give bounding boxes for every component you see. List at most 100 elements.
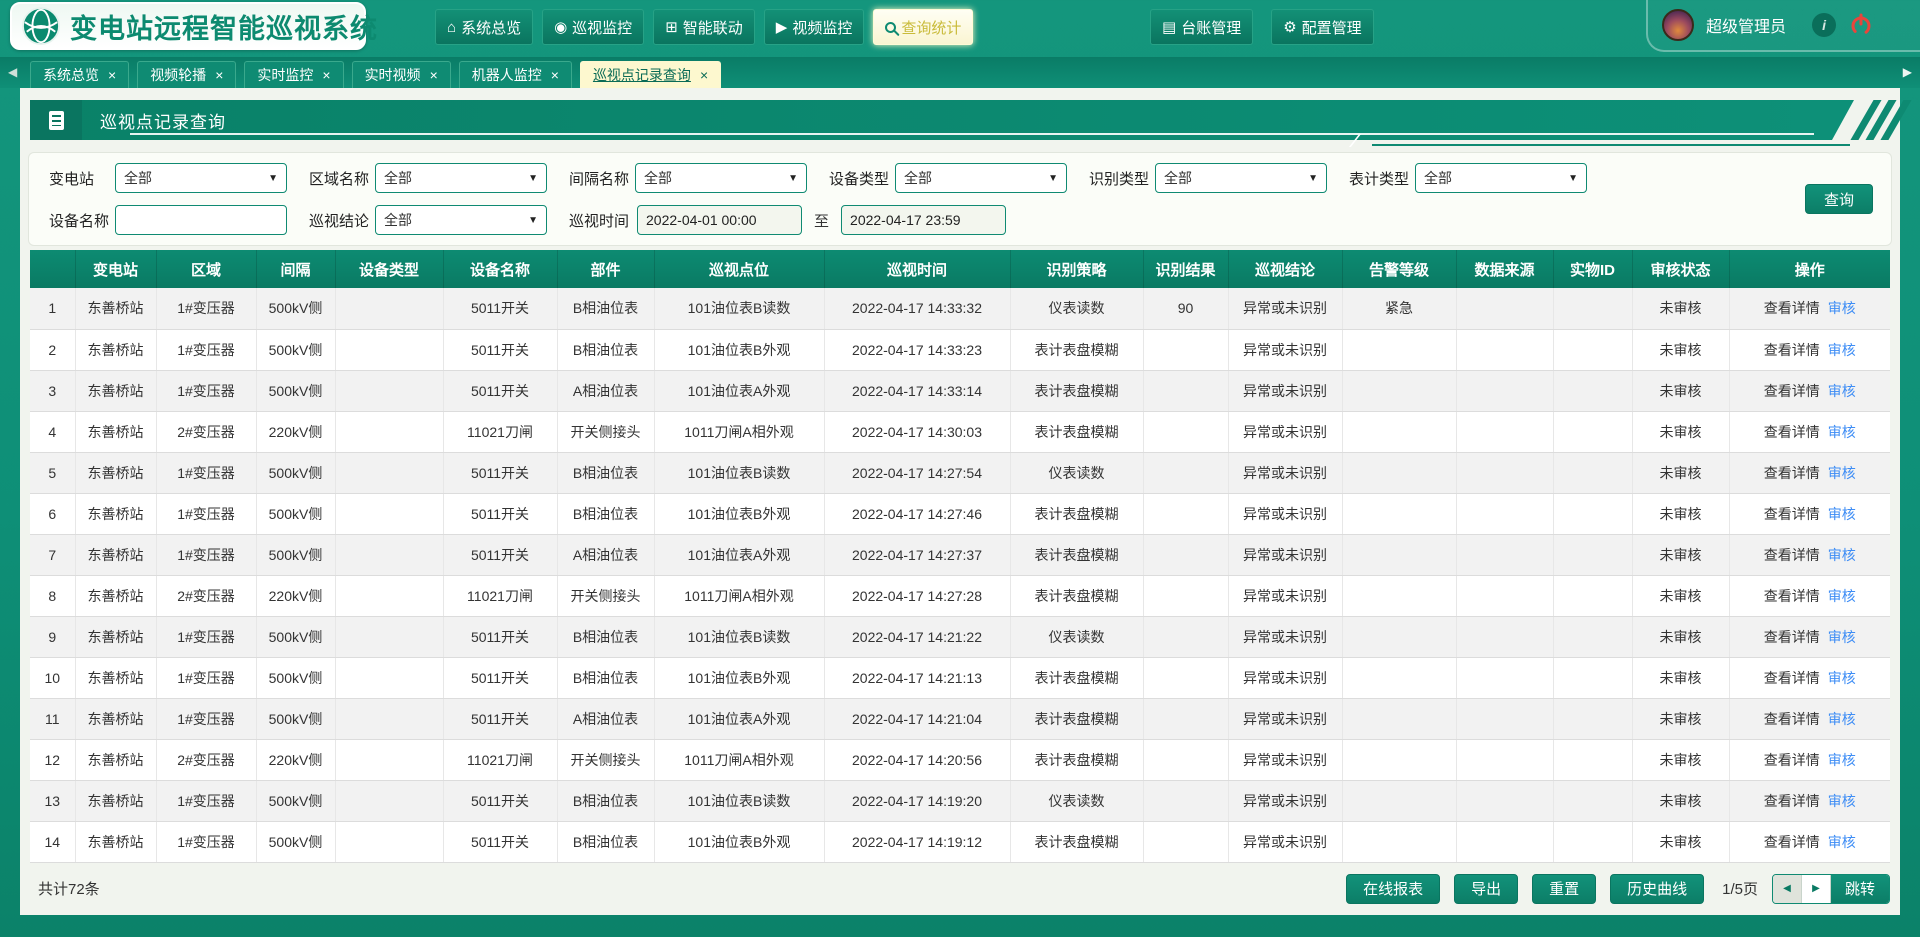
table-row: 13东善桥站1#变压器500kV侧5011开关B相油位表101油位表B读数202… [30, 780, 1890, 821]
device-type-select[interactable]: 全部▼ [895, 163, 1067, 193]
nav-button-ledger-management[interactable]: ▤台账管理 [1150, 9, 1253, 45]
nav-button-patrol-monitor[interactable]: ◉巡视监控 [542, 9, 644, 45]
tab-video-carousel[interactable]: 视频轮播× [137, 61, 236, 88]
cell-point: 101油位表B外观 [654, 657, 824, 698]
audit-link[interactable]: 审核 [1828, 383, 1856, 399]
substation-select[interactable]: 全部▼ [115, 163, 287, 193]
audit-link[interactable]: 审核 [1828, 588, 1856, 604]
tab-close-icon[interactable]: × [700, 68, 708, 82]
tab-patrol-record-query[interactable]: 巡视点记录查询× [580, 61, 721, 88]
tab-scroll-left-icon[interactable]: ◀ [8, 65, 17, 79]
tab-label-realtime-video: 实时视频 [365, 65, 421, 85]
audit-link[interactable]: 审核 [1828, 670, 1856, 686]
view-detail-link[interactable]: 查看详情 [1764, 424, 1820, 440]
nav-button-smart-linkage[interactable]: ⊞智能联动 [653, 9, 755, 45]
app-title: 变电站远程智能巡视系统 [70, 7, 378, 46]
nav-button-video-monitor[interactable]: ▶视频监控 [764, 9, 865, 45]
nav-button-system-overview[interactable]: ⌂系统总览 [435, 9, 533, 45]
audit-link[interactable]: 审核 [1828, 793, 1856, 809]
area-name-select[interactable]: 全部▼ [375, 163, 547, 193]
cell-device_type [335, 493, 443, 534]
jump-button[interactable]: 跳转 [1831, 875, 1889, 903]
cell-point: 101油位表B读数 [654, 780, 824, 821]
view-detail-link[interactable]: 查看详情 [1764, 629, 1820, 645]
view-detail-link[interactable]: 查看详情 [1764, 834, 1820, 850]
bay-name-select[interactable]: 全部▼ [635, 163, 807, 193]
audit-link[interactable]: 审核 [1828, 834, 1856, 850]
tab-system-overview[interactable]: 系统总览× [30, 61, 129, 88]
footer-actions: 在线报表导出重置历史曲线 1/5页 ◀ ▶ 跳转 [1346, 874, 1890, 904]
cell-part: B相油位表 [557, 452, 654, 493]
audit-link[interactable]: 审核 [1828, 342, 1856, 358]
cell-device: 5011开关 [443, 698, 557, 739]
cell-time: 2022-04-17 14:33:14 [824, 370, 1010, 411]
conclusion-select[interactable]: 全部 ▼ [375, 205, 547, 235]
table-row: 12东善桥站2#变压器220kV侧11021刀闸开关侧接头1011刀闸A相外观2… [30, 739, 1890, 780]
audit-link[interactable]: 审核 [1828, 424, 1856, 440]
tab-close-icon[interactable]: × [551, 68, 559, 82]
power-icon[interactable] [1848, 12, 1874, 38]
table-body: 1东善桥站1#变压器500kV侧5011开关B相油位表101油位表B读数2022… [30, 288, 1890, 862]
nav-label-config-management: 配置管理 [1302, 17, 1362, 38]
nav-button-config-management[interactable]: ⚙配置管理 [1271, 9, 1373, 45]
tab-robot-monitor[interactable]: 机器人监控× [459, 61, 572, 88]
view-detail-link[interactable]: 查看详情 [1764, 300, 1820, 316]
view-detail-link[interactable]: 查看详情 [1764, 465, 1820, 481]
view-detail-link[interactable]: 查看详情 [1764, 506, 1820, 522]
cell-device_type [335, 780, 443, 821]
cell-device_type [335, 698, 443, 739]
column-header-14: 实物ID [1553, 250, 1632, 288]
tab-scroll-right-icon[interactable]: ▶ [1903, 65, 1912, 79]
audit-link[interactable]: 审核 [1828, 752, 1856, 768]
column-header-9: 识别策略 [1010, 250, 1143, 288]
tab-close-icon[interactable]: × [430, 68, 438, 82]
cell-actions: 查看详情审核 [1729, 575, 1890, 616]
export-button[interactable]: 导出 [1454, 874, 1518, 904]
tab-close-icon[interactable]: × [322, 68, 330, 82]
time-from-input[interactable] [637, 205, 802, 235]
deco-stripes [1862, 100, 1920, 140]
view-detail-link[interactable]: 查看详情 [1764, 342, 1820, 358]
nav-button-query-stats[interactable]: 查询统计 [873, 9, 973, 45]
audit-link[interactable]: 审核 [1828, 506, 1856, 522]
reset-button[interactable]: 重置 [1532, 874, 1596, 904]
cell-strategy: 表计表盘模糊 [1010, 575, 1143, 616]
info-icon[interactable]: i [1812, 13, 1836, 37]
next-page-icon[interactable]: ▶ [1802, 875, 1831, 903]
cell-bay: 500kV侧 [256, 616, 335, 657]
cell-conclusion: 异常或未识别 [1228, 288, 1342, 329]
audit-link[interactable]: 审核 [1828, 629, 1856, 645]
audit-link[interactable]: 审核 [1828, 547, 1856, 563]
cell-no: 2 [30, 329, 75, 370]
tab-close-icon[interactable]: × [108, 68, 116, 82]
view-detail-link[interactable]: 查看详情 [1764, 383, 1820, 399]
history-curve-button[interactable]: 历史曲线 [1610, 874, 1704, 904]
view-detail-link[interactable]: 查看详情 [1764, 670, 1820, 686]
view-detail-link[interactable]: 查看详情 [1764, 711, 1820, 727]
view-detail-link[interactable]: 查看详情 [1764, 793, 1820, 809]
view-detail-link[interactable]: 查看详情 [1764, 547, 1820, 563]
cell-device: 11021刀闸 [443, 739, 557, 780]
device-name-input[interactable] [115, 205, 287, 235]
tab-label-realtime-monitor: 实时监控 [257, 65, 313, 85]
tab-realtime-video[interactable]: 实时视频 × [352, 61, 451, 88]
audit-link[interactable]: 审核 [1828, 711, 1856, 727]
tab-realtime-monitor[interactable]: 实时监控 × [244, 61, 343, 88]
avatar[interactable] [1662, 9, 1694, 41]
view-detail-link[interactable]: 查看详情 [1764, 588, 1820, 604]
recognize-type-select[interactable]: 全部▼ [1155, 163, 1327, 193]
column-header-2: 区域 [156, 250, 256, 288]
time-to-separator: 至 [814, 210, 829, 231]
audit-link[interactable]: 审核 [1828, 300, 1856, 316]
prev-page-icon[interactable]: ◀ [1773, 875, 1802, 903]
online-report-button[interactable]: 在线报表 [1346, 874, 1440, 904]
audit-link[interactable]: 审核 [1828, 465, 1856, 481]
meter-type-select[interactable]: 全部▼ [1415, 163, 1587, 193]
tab-close-icon[interactable]: × [215, 68, 223, 82]
view-detail-link[interactable]: 查看详情 [1764, 752, 1820, 768]
cell-actions: 查看详情审核 [1729, 370, 1890, 411]
search-button[interactable]: 查询 [1805, 184, 1873, 214]
cell-conclusion: 异常或未识别 [1228, 575, 1342, 616]
time-to-input[interactable] [841, 205, 1006, 235]
cell-time: 2022-04-17 14:21:13 [824, 657, 1010, 698]
